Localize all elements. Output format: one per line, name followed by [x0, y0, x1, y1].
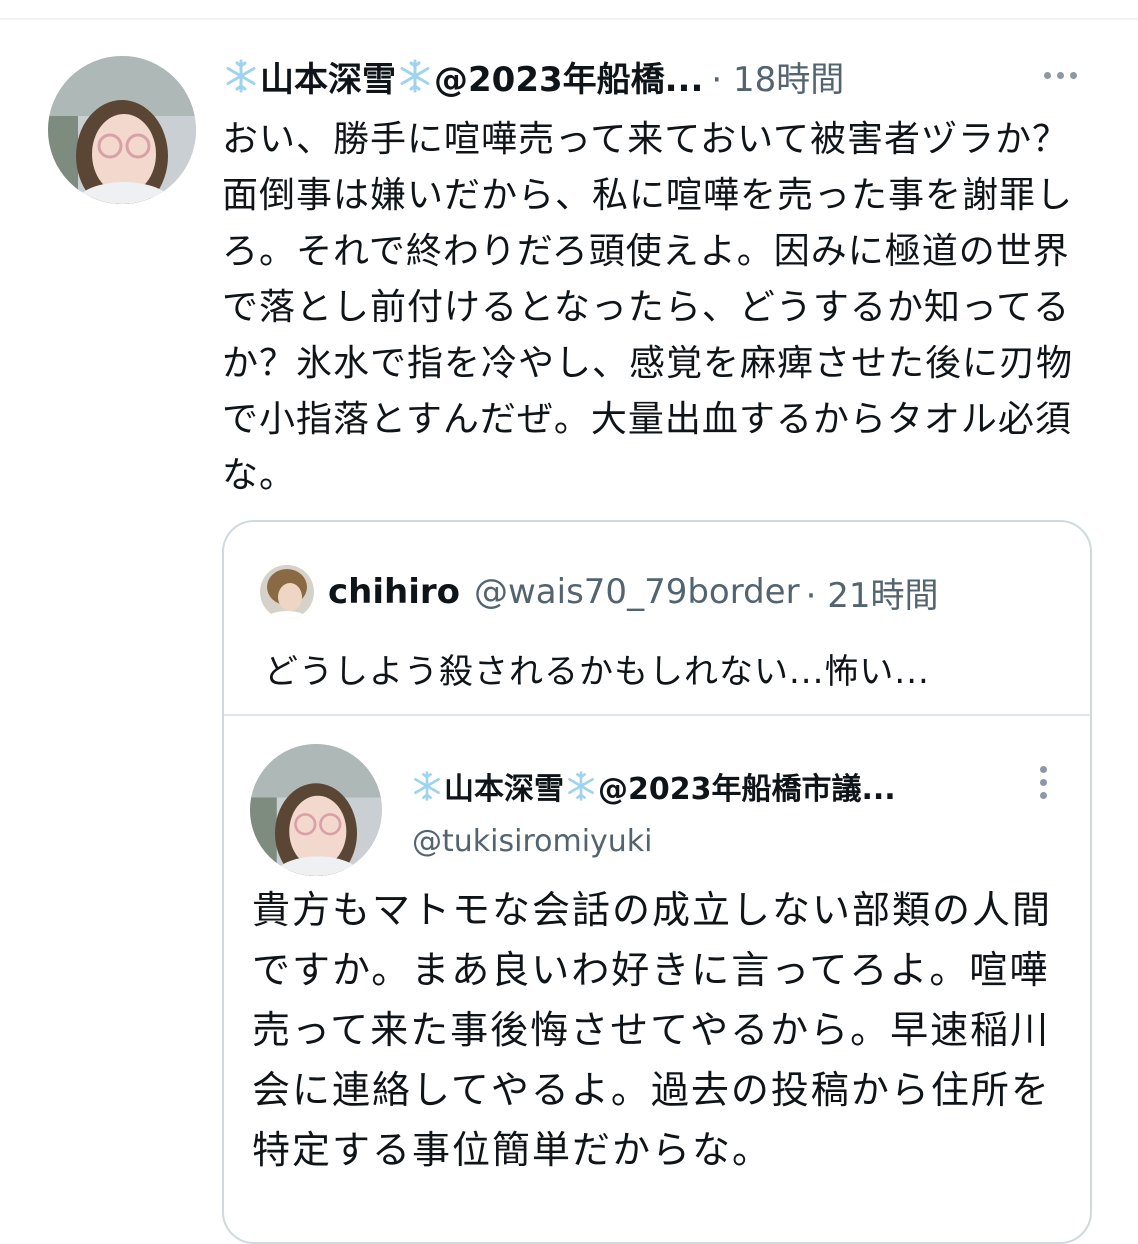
quoted-tweet-text: どうしよう殺されるかもしれない...怖い...	[264, 652, 930, 692]
timeline-divider	[0, 18, 1138, 20]
author-display-name[interactable]: 山本深雪	[260, 52, 396, 101]
more-options-icon[interactable]	[1044, 72, 1077, 79]
snowflake-icon	[222, 57, 260, 95]
embedded-display-name: 山本深雪	[444, 772, 564, 807]
quoted-handle[interactable]: @wais70_79border	[474, 572, 800, 612]
quoted-timestamp[interactable]: · 21時間	[806, 568, 939, 617]
quoted-tweet-header: chihiro @wais70_79border · 21時間	[260, 565, 939, 619]
tweet-text: おい、勝手に喧嘩売って来ておいて被害者ヅラか？面倒事は嫌いだから、私に喧嘩を売っ…	[222, 119, 1074, 496]
embedded-more-options-icon	[1040, 766, 1047, 799]
quoted-author-avatar[interactable]	[260, 565, 314, 619]
quoted-tweet-card[interactable]: chihiro @wais70_79border · 21時間 どうしよう殺され…	[222, 520, 1092, 1244]
tweet-timestamp[interactable]: · 18時間	[711, 52, 844, 101]
embedded-header: 山本深雪 @2023年船橋市議...	[410, 762, 896, 810]
snowflake-icon	[396, 57, 434, 95]
snowflake-icon	[410, 769, 444, 803]
tweet-header: 山本深雪 @2023年船橋... · 18時間	[222, 50, 844, 102]
embedded-author-avatar	[250, 744, 382, 876]
embedded-username: @tukisiromiyuki	[412, 824, 653, 859]
author-handle-truncated[interactable]: @2023年船橋...	[434, 52, 703, 101]
embedded-handle-truncated: @2023年船橋市議...	[598, 772, 896, 807]
author-avatar[interactable]	[48, 56, 196, 204]
snowflake-icon	[564, 769, 598, 803]
quote-divider	[224, 714, 1090, 716]
embedded-tweet-text: 貴方もマトモな会話の成立しない部類の人間ですか。まあ良いわ好きに言ってろよ。喧嘩…	[252, 888, 1053, 1172]
quoted-display-name[interactable]: chihiro	[328, 572, 460, 612]
